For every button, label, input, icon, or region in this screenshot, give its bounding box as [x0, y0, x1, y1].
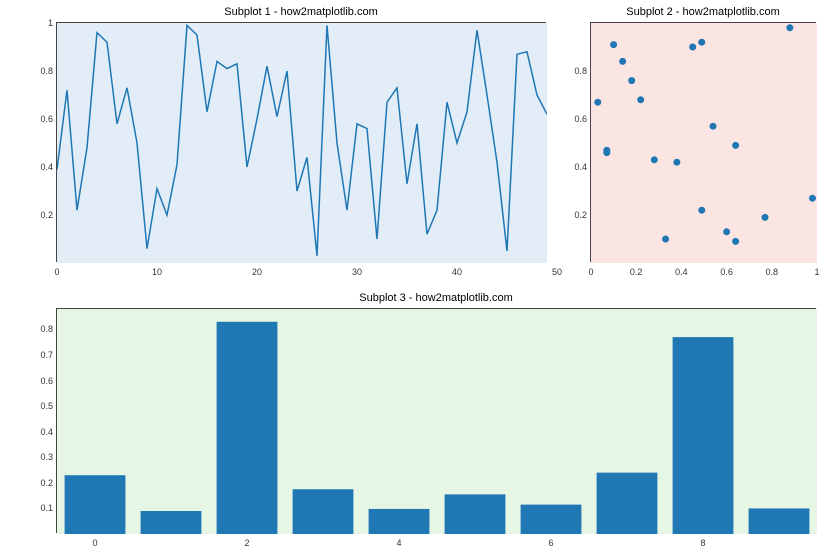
scatter-point [651, 156, 658, 163]
bar-chart [57, 309, 817, 534]
line-chart [57, 23, 547, 263]
scatter-point [610, 41, 617, 48]
x-tick-label: 6 [548, 538, 553, 548]
scatter-point [732, 142, 739, 149]
y-tick-label: 0.2 [25, 210, 53, 220]
scatter-chart [591, 23, 817, 263]
bar [597, 473, 658, 534]
scatter-point [619, 58, 626, 65]
subplot-1-plot-area: 010203040500.20.40.60.81 [56, 22, 546, 262]
subplot-1-title: Subplot 1 - how2matplotlib.com [56, 6, 546, 18]
x-tick-label: 0.6 [720, 267, 733, 277]
y-tick-label: 0.6 [25, 376, 53, 386]
line-series [57, 25, 547, 255]
scatter-point [628, 77, 635, 84]
y-tick-label: 0.7 [25, 350, 53, 360]
x-tick-label: 0 [588, 267, 593, 277]
subplot-3-plot-area: 024680.10.20.30.40.50.60.70.8 [56, 308, 816, 533]
x-tick-label: 8 [700, 538, 705, 548]
x-tick-label: 0 [92, 538, 97, 548]
y-tick-label: 0.3 [25, 452, 53, 462]
subplot-2-plot-area: 00.20.40.60.810.20.40.60.8 [590, 22, 816, 262]
subplot-3-title: Subplot 3 - how2matplotlib.com [56, 292, 816, 304]
scatter-point [732, 238, 739, 245]
x-tick-label: 20 [252, 267, 262, 277]
x-tick-label: 0.8 [766, 267, 779, 277]
y-tick-label: 0.8 [25, 66, 53, 76]
subplot-3: Subplot 3 - how2matplotlib.com 024680.10… [56, 308, 816, 533]
y-tick-label: 0.2 [25, 478, 53, 488]
x-tick-label: 0.4 [675, 267, 688, 277]
y-tick-label: 0.6 [559, 114, 587, 124]
x-tick-label: 30 [352, 267, 362, 277]
scatter-point [637, 96, 644, 103]
bar [673, 337, 734, 534]
y-tick-label: 0.8 [25, 324, 53, 334]
scatter-point [603, 147, 610, 154]
scatter-point [698, 207, 705, 214]
scatter-point [723, 228, 730, 235]
subplot-2-title: Subplot 2 - how2matplotlib.com [590, 6, 816, 18]
scatter-point [594, 99, 601, 106]
y-tick-label: 0.6 [25, 114, 53, 124]
y-tick-label: 0.2 [559, 210, 587, 220]
scatter-point [662, 236, 669, 243]
x-tick-label: 4 [396, 538, 401, 548]
y-tick-label: 0.1 [25, 503, 53, 513]
x-tick-label: 40 [452, 267, 462, 277]
subplot-2: Subplot 2 - how2matplotlib.com 00.20.40.… [590, 22, 816, 262]
x-tick-label: 1 [814, 267, 819, 277]
y-tick-label: 1 [25, 18, 53, 28]
scatter-point [762, 214, 769, 221]
bar [141, 511, 202, 534]
y-tick-label: 0.8 [559, 66, 587, 76]
bar [293, 489, 354, 534]
bar [749, 508, 810, 534]
bar [369, 509, 430, 534]
x-tick-label: 0.2 [630, 267, 643, 277]
scatter-point [689, 44, 696, 51]
y-tick-label: 0.5 [25, 401, 53, 411]
scatter-point [698, 39, 705, 46]
y-tick-label: 0.4 [25, 427, 53, 437]
bar [445, 494, 506, 534]
y-tick-label: 0.4 [25, 162, 53, 172]
x-tick-label: 2 [244, 538, 249, 548]
scatter-point [786, 24, 793, 31]
scatter-point [809, 195, 816, 202]
bar [521, 505, 582, 534]
bar [217, 322, 278, 534]
scatter-point [673, 159, 680, 166]
y-tick-label: 0.4 [559, 162, 587, 172]
x-tick-label: 10 [152, 267, 162, 277]
bar [65, 475, 126, 534]
scatter-point [710, 123, 717, 130]
subplot-1: Subplot 1 - how2matplotlib.com 010203040… [56, 22, 546, 262]
x-tick-label: 0 [54, 267, 59, 277]
x-tick-label: 50 [552, 267, 562, 277]
